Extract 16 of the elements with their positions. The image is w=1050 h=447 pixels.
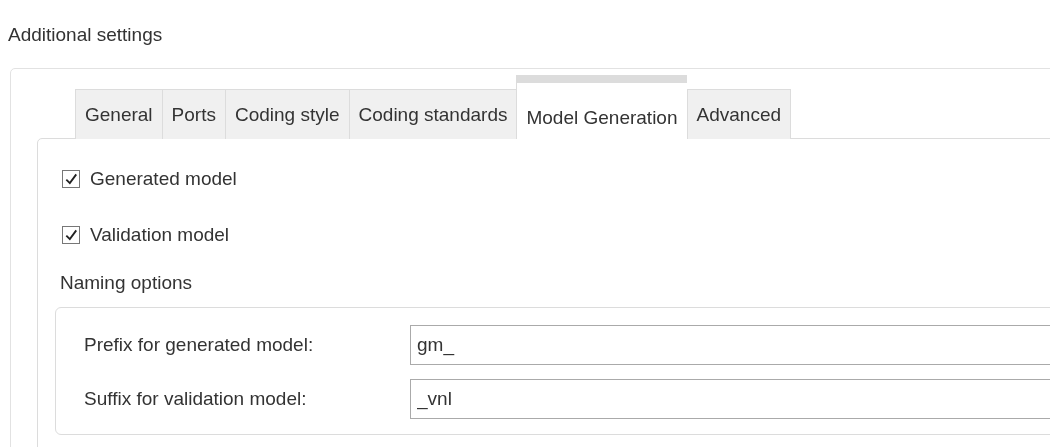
section-title: Additional settings xyxy=(7,23,164,47)
tab[interactable]: Advanced xyxy=(686,89,792,139)
field-label: Prefix for generated model: xyxy=(84,334,315,356)
checkbox[interactable] xyxy=(62,170,80,188)
checkbox[interactable] xyxy=(62,226,80,244)
checkbox-label: Validation model xyxy=(90,224,230,246)
tab[interactable]: Coding standards xyxy=(348,89,517,139)
tab[interactable]: Model Generation xyxy=(516,75,687,139)
tab[interactable]: Ports xyxy=(161,89,225,139)
group-title: Naming options xyxy=(60,271,194,295)
field-label: Suffix for validation model: xyxy=(84,388,308,410)
checkbox-label: Generated model xyxy=(90,168,237,190)
tab[interactable]: General xyxy=(75,89,162,139)
input-field[interactable]: _vnl xyxy=(410,379,1050,419)
input-field[interactable]: gm_ xyxy=(410,325,1050,365)
tab[interactable]: Coding style xyxy=(224,89,349,139)
